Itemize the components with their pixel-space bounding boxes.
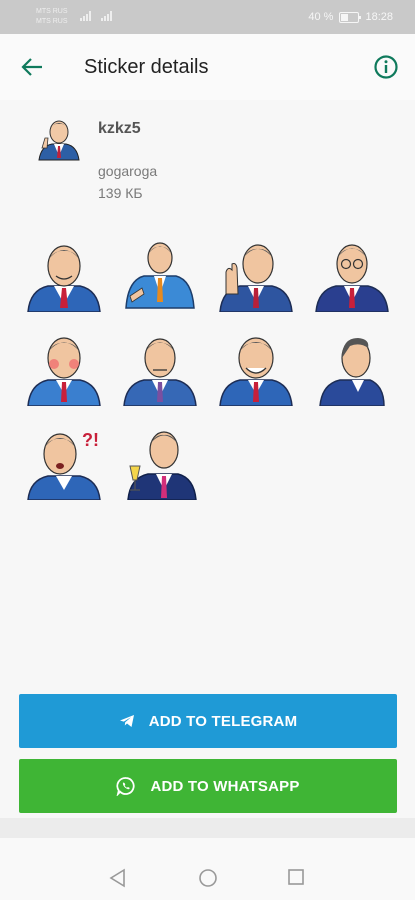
add-to-telegram-label: ADD TO TELEGRAM xyxy=(148,712,298,730)
arrow-left-icon[interactable] xyxy=(20,54,46,80)
bottom-divider xyxy=(0,818,415,838)
pack-publisher: gogaroga xyxy=(98,163,158,179)
battery-icon xyxy=(339,11,362,23)
clock: 18:28 xyxy=(365,11,393,23)
sticker-6[interactable] xyxy=(122,330,198,406)
sticker-5[interactable] xyxy=(26,330,102,406)
sticker-7[interactable] xyxy=(218,330,294,406)
triangle-back-icon[interactable] xyxy=(109,868,127,888)
add-to-whatsapp-label: ADD TO WHATSAPP xyxy=(150,777,300,795)
sticker-9[interactable]: ?! xyxy=(26,424,102,500)
sticker-2[interactable] xyxy=(122,236,198,312)
status-bar: MTS RUS MTS RUS 40 % 18:28 xyxy=(0,0,415,34)
whatsapp-icon xyxy=(116,777,135,796)
carrier-2: MTS RUS xyxy=(36,18,68,25)
sticker-8[interactable] xyxy=(314,330,390,406)
pack-size: 139 КБ xyxy=(98,185,143,201)
system-nav-bar xyxy=(0,838,415,900)
app-bar: Sticker details xyxy=(0,34,415,100)
info-icon[interactable] xyxy=(373,54,399,80)
circle-home-icon[interactable] xyxy=(198,868,218,888)
sticker-10[interactable] xyxy=(122,424,198,500)
sticker-3[interactable] xyxy=(218,236,294,312)
carrier-1: MTS RUS xyxy=(36,8,68,15)
pack-name: kzkz5 xyxy=(98,120,141,137)
add-to-telegram-button[interactable]: ADD TO TELEGRAM xyxy=(19,694,397,748)
signal-icon xyxy=(80,11,91,21)
sticker-4[interactable] xyxy=(314,236,390,312)
signal-icon-2 xyxy=(101,11,112,21)
tray-icon xyxy=(38,120,80,161)
sticker-1[interactable] xyxy=(26,236,102,312)
svg-text:?!: ?! xyxy=(82,430,99,450)
page-title: Sticker details xyxy=(84,56,209,78)
add-to-whatsapp-button[interactable]: ADD TO WHATSAPP xyxy=(19,759,397,813)
square-recent-icon[interactable] xyxy=(287,868,305,886)
telegram-icon xyxy=(119,715,134,727)
battery-percent: 40 % xyxy=(308,11,334,23)
